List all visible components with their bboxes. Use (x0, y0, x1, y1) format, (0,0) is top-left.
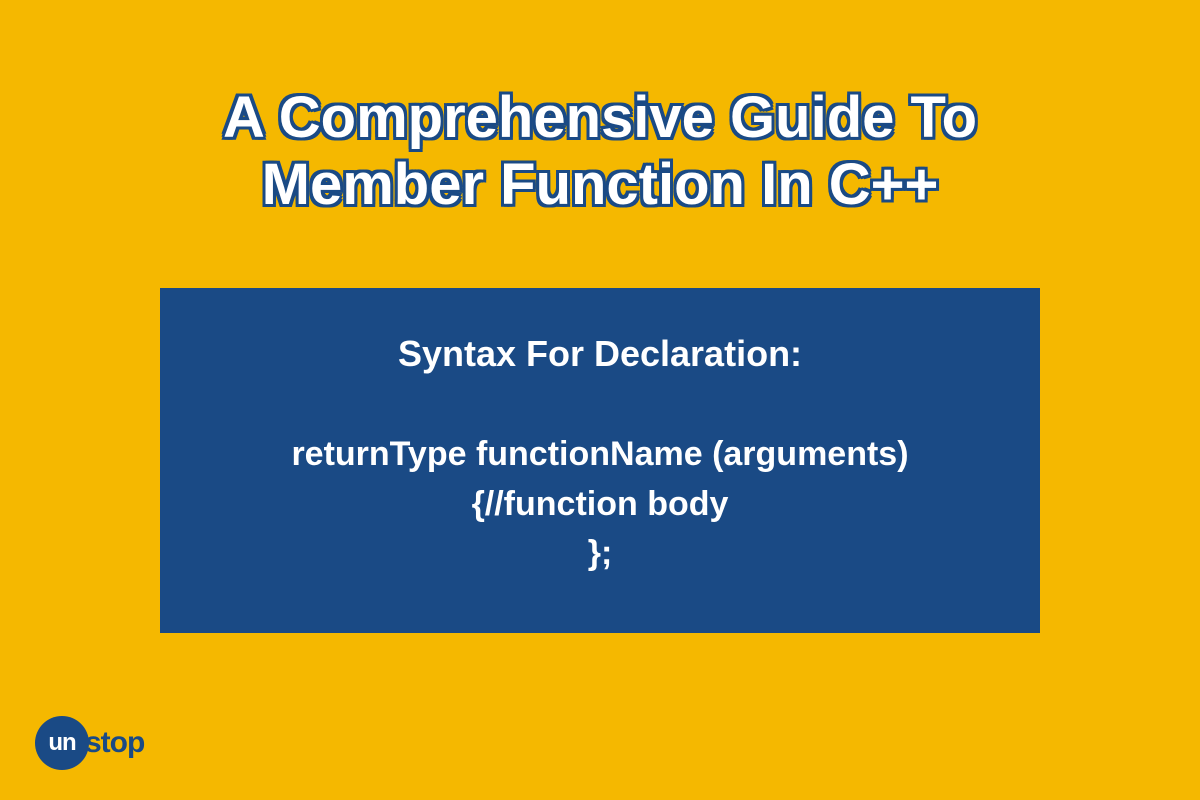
syntax-body-open: {//function body (190, 480, 1010, 529)
syntax-body-close: }; (190, 529, 1010, 578)
syntax-declaration-box: Syntax For Declaration: returnType funct… (160, 288, 1040, 633)
logo-text-stop: stop (85, 726, 144, 760)
title-line-2: Member Function In C++ (60, 152, 1140, 219)
syntax-signature: returnType functionName (arguments) (190, 430, 1010, 479)
logo-text-un: un (48, 729, 75, 757)
title-line-1: A Comprehensive Guide To (60, 85, 1140, 152)
page-title: A Comprehensive Guide To Member Function… (0, 0, 1200, 218)
unstop-logo: un stop (35, 716, 144, 770)
syntax-heading: Syntax For Declaration: (190, 333, 1010, 375)
logo-circle-icon: un (35, 716, 89, 770)
